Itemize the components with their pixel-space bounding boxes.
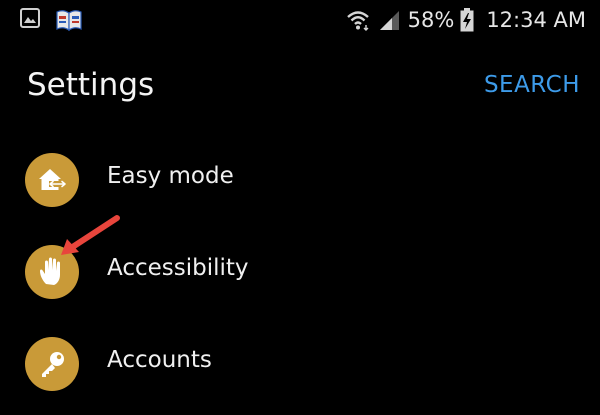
settings-item-label: Accounts bbox=[107, 347, 212, 373]
settings-item-label: Accessibility bbox=[107, 255, 249, 281]
gallery-icon bbox=[20, 8, 40, 32]
battery-percent: 58% bbox=[407, 8, 455, 32]
settings-item-label: Easy mode bbox=[107, 163, 234, 189]
status-bar: 58% 12:34 AM bbox=[0, 0, 600, 40]
status-indicators: 58% 12:34 AM bbox=[346, 0, 586, 40]
battery-charging-icon bbox=[460, 8, 474, 32]
book-icon bbox=[55, 8, 83, 36]
settings-screen: 58% 12:34 AM Settings SEARCH Easy mode A… bbox=[0, 0, 600, 415]
search-button[interactable]: SEARCH bbox=[484, 72, 580, 98]
settings-item-accounts[interactable]: Accounts bbox=[0, 320, 600, 410]
home-resize-icon bbox=[25, 153, 79, 207]
clock: 12:34 AM bbox=[486, 8, 586, 32]
app-header: Settings SEARCH bbox=[0, 60, 600, 120]
red-arrow-icon bbox=[55, 212, 125, 266]
page-title: Settings bbox=[27, 67, 155, 103]
key-icon bbox=[25, 337, 79, 391]
wifi-icon bbox=[346, 9, 370, 31]
signal-icon bbox=[378, 9, 400, 31]
